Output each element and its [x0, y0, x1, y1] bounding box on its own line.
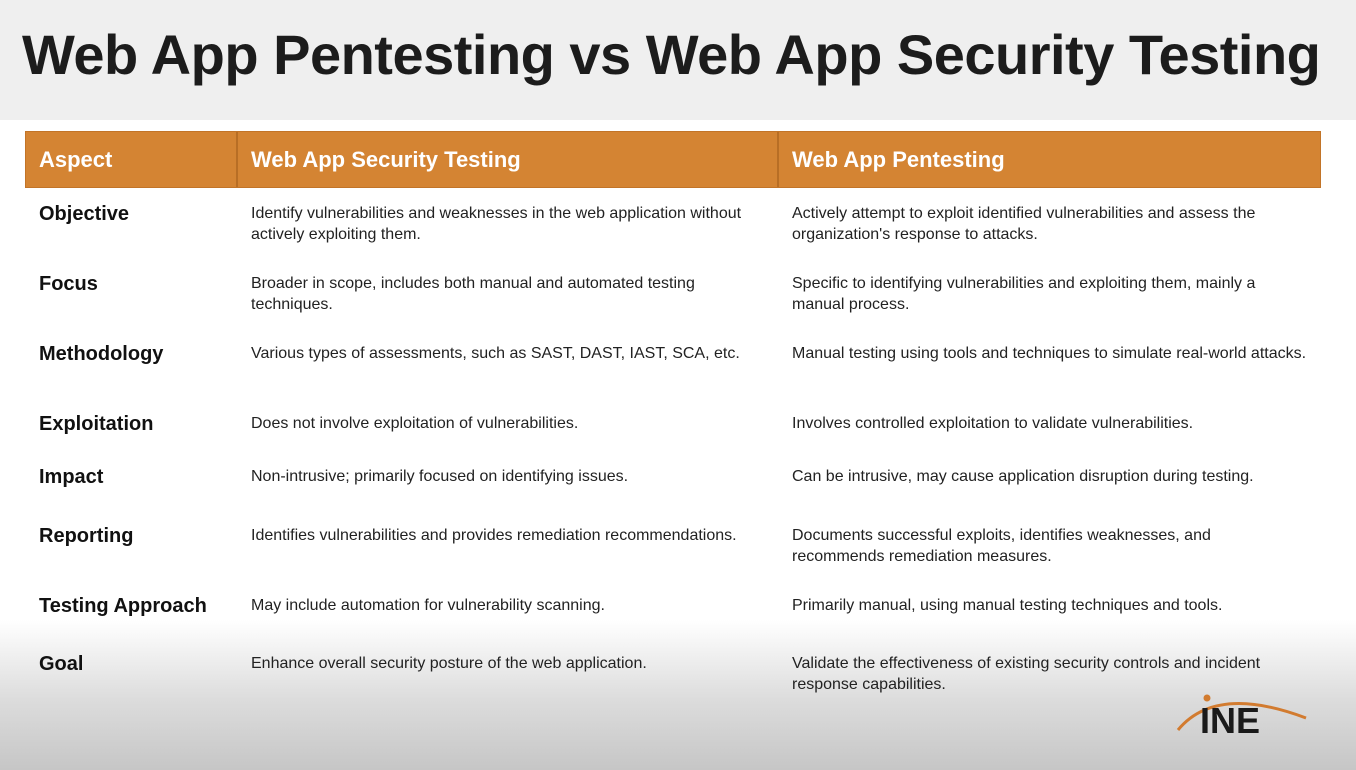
ine-logo: INE: [1176, 694, 1307, 738]
table-header-row: Aspect Web App Security Testing Web App …: [25, 131, 1321, 188]
table-row: Objective Identify vulnerabilities and w…: [25, 203, 1321, 245]
row-aspect: Goal: [39, 653, 84, 675]
table-row: Focus Broader in scope, includes both ma…: [25, 273, 1321, 315]
row-security-testing: Identifies vulnerabilities and provides …: [251, 527, 737, 544]
comparison-table: Aspect Web App Security Testing Web App …: [25, 131, 1321, 693]
table-row: Methodology Various types of assessments…: [25, 343, 1321, 366]
row-aspect: Testing Approach: [39, 595, 207, 617]
row-aspect: Objective: [39, 203, 130, 225]
row-aspect: Exploitation: [39, 413, 154, 435]
row-security-testing: Does not involve exploitation of vulnera…: [251, 415, 579, 432]
table-row: Goal Enhance overall security posture of…: [25, 653, 1321, 695]
row-security-testing: Broader in scope, includes both manual a…: [251, 275, 695, 313]
logo-text: INE: [1200, 700, 1260, 738]
row-security-testing: May include automation for vulnerability…: [251, 597, 605, 614]
page-title: Web App Pentesting vs Web App Security T…: [22, 23, 1321, 86]
row-pentesting: Can be intrusive, may cause application …: [792, 468, 1254, 485]
header-security-testing: Web App Security Testing: [238, 132, 779, 187]
row-pentesting: Documents successful exploits, identifie…: [792, 527, 1211, 565]
row-pentesting: Validate the effectiveness of existing s…: [792, 655, 1261, 693]
row-pentesting: Actively attempt to exploit identified v…: [792, 205, 1256, 243]
row-pentesting: Involves controlled exploitation to vali…: [792, 415, 1194, 432]
header-pentesting: Web App Pentesting: [792, 146, 1005, 172]
table-row: Testing Approach May include automation …: [25, 595, 1321, 618]
row-pentesting: Specific to identifying vulnerabilities …: [792, 275, 1256, 313]
row-security-testing: Various types of assessments, such as SA…: [251, 345, 740, 362]
row-security-testing: Enhance overall security posture of the …: [251, 655, 647, 672]
row-security-testing: Identify vulnerabilities and weaknesses …: [251, 205, 742, 243]
table-row: Reporting Identifies vulnerabilities and…: [25, 525, 1321, 567]
table-row: Exploitation Does not involve exploitati…: [25, 413, 1321, 436]
row-pentesting: Primarily manual, using manual testing t…: [792, 597, 1223, 614]
title-bar: Web App Pentesting vs Web App Security T…: [0, 0, 1356, 120]
row-pentesting: Manual testing using tools and technique…: [792, 345, 1307, 362]
row-aspect: Reporting: [39, 525, 134, 547]
header-aspect: Aspect: [26, 132, 238, 187]
table-row: Impact Non-intrusive; primarily focused …: [25, 466, 1321, 489]
row-security-testing: Non-intrusive; primarily focused on iden…: [251, 468, 629, 485]
row-aspect: Methodology: [39, 343, 164, 365]
row-aspect: Impact: [39, 466, 104, 488]
row-aspect: Focus: [39, 273, 98, 295]
